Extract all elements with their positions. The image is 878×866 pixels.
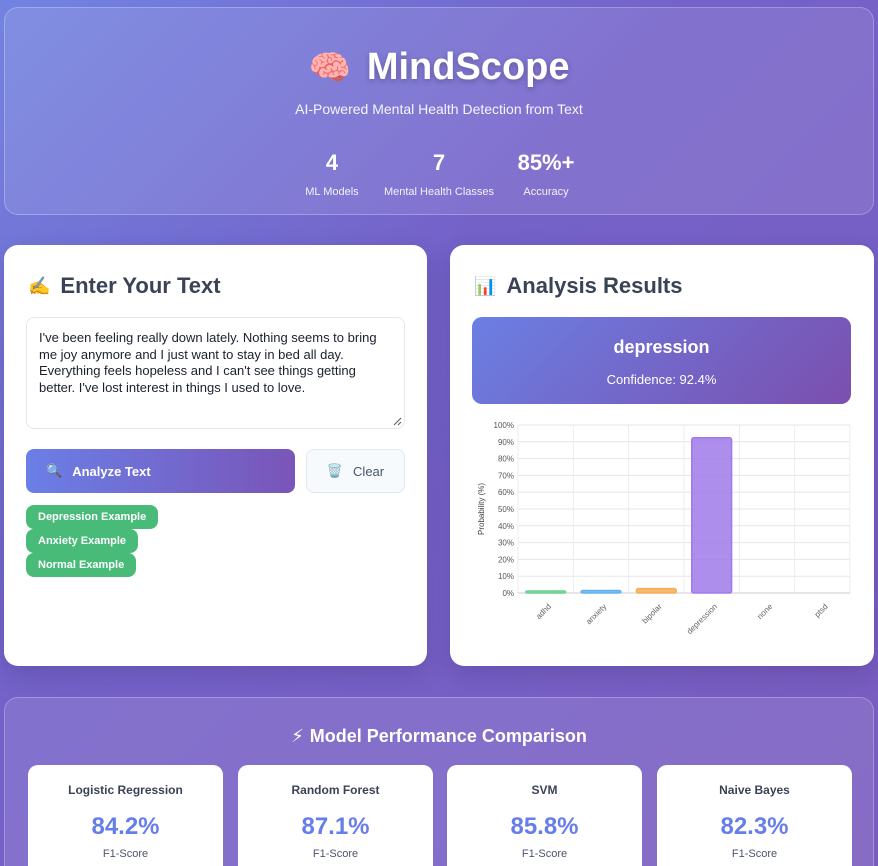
x-tick-label: depression <box>685 602 719 636</box>
trash-icon: 🗑️ <box>326 463 344 478</box>
analyze-text-button[interactable]: 🔍 Analyze Text <box>26 449 295 493</box>
x-tick-label: anxiety <box>584 602 608 626</box>
x-tick-label: ptsd <box>813 602 830 619</box>
y-tick-label: 100% <box>494 421 514 430</box>
model-metric: F1-Score <box>102 848 149 860</box>
model-performance-section: ⚡ Model Performance Comparison Logistic … <box>4 697 874 866</box>
y-tick-label: 10% <box>498 572 514 581</box>
y-tick-label: 0% <box>502 589 514 598</box>
x-tick-label: bipolar <box>640 602 664 626</box>
lightning-icon: ⚡ <box>291 726 304 746</box>
writing-hand-icon: ✍️ <box>28 275 51 296</box>
bar-adhd <box>524 590 567 594</box>
bar-depression <box>690 437 733 594</box>
model-name: Naive Bayes <box>719 783 790 797</box>
resize-grip-icon[interactable] <box>392 416 402 426</box>
model-score: 87.1% <box>301 813 370 840</box>
anxiety-example-button[interactable]: Anxiety Example <box>26 529 139 553</box>
analysis-results-card: 📊 Analysis Results depression Confidence… <box>450 245 874 666</box>
bar-anxiety <box>580 589 622 594</box>
model-score: 84.2% <box>91 813 160 840</box>
model-score: 82.3% <box>720 813 789 840</box>
brain-icon: 🧠 <box>308 48 351 87</box>
bar-bipolar <box>635 587 678 594</box>
prediction-banner: depression Confidence: 92.4% <box>472 317 851 404</box>
model-name: Logistic Regression <box>68 783 183 797</box>
y-tick-label: 90% <box>498 438 514 447</box>
model-metric: F1-Score <box>312 848 359 860</box>
model-score: 85.8% <box>510 813 579 840</box>
y-axis-label: Probability (%) <box>477 483 486 535</box>
analyze-button-label: Analyze Text <box>72 463 151 479</box>
model-metric: F1-Score <box>731 848 778 860</box>
y-tick-label: 50% <box>498 505 514 514</box>
bar-chart-icon: 📊 <box>474 275 497 296</box>
y-tick-label: 20% <box>498 555 514 564</box>
model-metric: F1-Score <box>521 848 568 860</box>
input-card-title-text: Enter Your Text <box>60 273 221 298</box>
text-input-card: ✍️ Enter Your Text I've been feeling rea… <box>4 245 427 666</box>
depression-example-button[interactable]: Depression Example <box>26 505 159 529</box>
results-card-title: 📊 Analysis Results <box>474 273 683 299</box>
probability-bar-chart: 0% 10% 20% 30% 40% 50% 60% 70% 80% 90% 100% adhd anx… <box>477 421 851 636</box>
model-card-svm: SVM 85.8% F1-Score <box>447 765 642 866</box>
prediction-label: depression <box>613 337 710 357</box>
search-icon: 🔍 <box>46 463 63 478</box>
clear-button-label: Clear <box>353 463 385 479</box>
logo-row: 🧠 MindScope <box>5 46 873 89</box>
stats-row: 4 ML Models 7 Mental Health Classes 85%+… <box>5 150 873 198</box>
stat-classes: 7 Mental Health Classes <box>384 150 494 198</box>
y-tick-label: 70% <box>498 471 514 480</box>
stat-value: 85%+ <box>517 150 575 175</box>
model-name: SVM <box>531 783 558 797</box>
performance-title: ⚡ Model Performance Comparison <box>5 726 873 747</box>
y-tick-label: 80% <box>498 455 514 464</box>
model-card-naive-bayes: Naive Bayes 82.3% F1-Score <box>657 765 852 866</box>
model-card-logistic-regression: Logistic Regression 84.2% F1-Score <box>28 765 223 866</box>
stat-accuracy: 85%+ Accuracy <box>516 150 576 198</box>
stat-models: 4 ML Models <box>302 150 362 198</box>
performance-title-text: Model Performance Comparison <box>309 726 587 746</box>
app-subtitle: AI-Powered Mental Health Detection from … <box>295 101 583 117</box>
stat-label: ML Models <box>305 186 359 198</box>
input-card-title: ✍️ Enter Your Text <box>28 273 221 299</box>
model-card-random-forest: Random Forest 87.1% F1-Score <box>238 765 433 866</box>
clear-button[interactable]: 🗑️ Clear <box>306 449 405 493</box>
stat-value: 7 <box>432 150 446 175</box>
stat-label: Accuracy <box>523 186 569 198</box>
confidence-text: Confidence: 92.4% <box>606 372 717 387</box>
normal-example-button[interactable]: Normal Example <box>26 553 137 577</box>
y-tick-label: 60% <box>498 488 514 497</box>
app-title: MindScope <box>366 46 570 88</box>
app-header: 🧠 MindScope AI-Powered Mental Health Det… <box>4 7 874 215</box>
stat-label: Mental Health Classes <box>383 186 495 198</box>
y-tick-label: 30% <box>498 539 514 548</box>
x-tick-label: adhd <box>534 602 553 621</box>
stat-value: 4 <box>325 150 339 175</box>
y-tick-label: 40% <box>498 522 514 531</box>
text-input-area[interactable]: I've been feeling really down lately. No… <box>26 317 405 429</box>
x-tick-label: none <box>755 602 774 621</box>
model-name: Random Forest <box>291 783 380 797</box>
results-card-title-text: Analysis Results <box>506 273 683 298</box>
